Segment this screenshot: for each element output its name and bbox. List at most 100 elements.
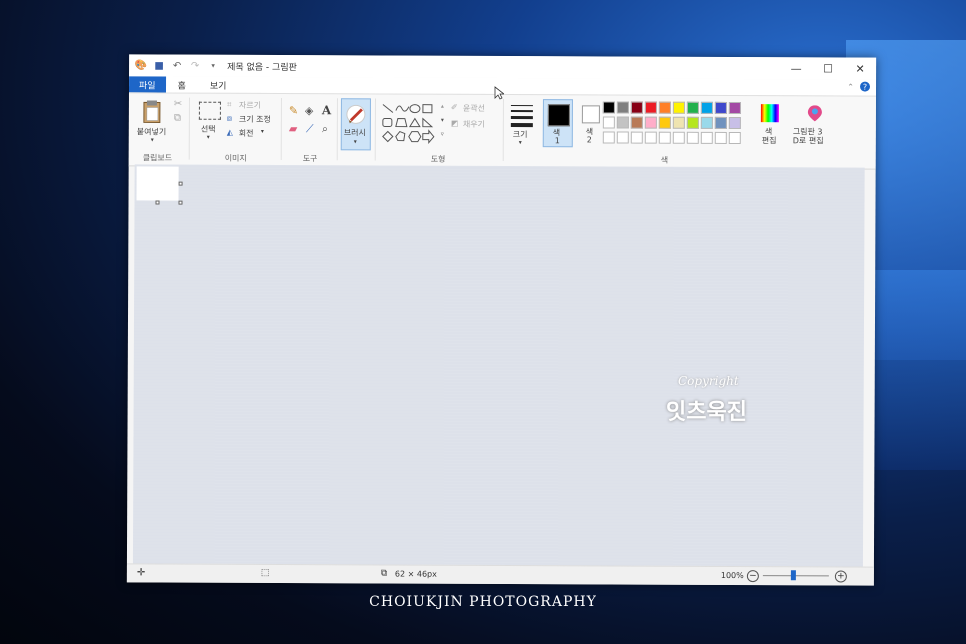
status-bar: ✛ ⬚ ⧉ 62 × 46px 100% − + bbox=[126, 563, 874, 586]
zoom-in-button[interactable]: + bbox=[834, 570, 847, 583]
color-swatch[interactable] bbox=[658, 101, 671, 114]
color-swatch[interactable] bbox=[714, 101, 727, 114]
undo-icon[interactable]: ↶ bbox=[171, 60, 183, 72]
title-bar: 🎨 ■ ↶ ↷ ▾ 제목 없음 - 그림판 — ☐ ✕ bbox=[129, 54, 877, 80]
fill-bucket-icon[interactable]: ◈ bbox=[305, 104, 314, 117]
save-icon[interactable]: ■ bbox=[153, 59, 165, 71]
color-swatch[interactable] bbox=[630, 101, 643, 114]
color-swatch[interactable] bbox=[616, 116, 629, 129]
ribbon-home: 붙여넣기 ▾ ✂ ⧉ 클립보드 선택 ▾ ⌗ 자르기 ⧈ 크기 조정 ◭ 회전 … bbox=[128, 92, 876, 170]
close-button[interactable]: ✕ bbox=[844, 57, 876, 79]
separator bbox=[280, 98, 282, 161]
redo-icon[interactable]: ↷ bbox=[189, 60, 201, 72]
color-swatch[interactable] bbox=[714, 116, 727, 129]
drawing-canvas[interactable] bbox=[136, 166, 179, 201]
color-swatch[interactable] bbox=[644, 101, 657, 114]
color1-number: 1 bbox=[554, 136, 560, 146]
color-swatch[interactable] bbox=[602, 131, 615, 144]
collapse-ribbon-icon[interactable]: ⌃ bbox=[847, 82, 854, 91]
color-swatch[interactable] bbox=[630, 131, 643, 144]
tab-home[interactable]: 홈 bbox=[166, 77, 198, 93]
brushes-button[interactable]: 브러시 ▾ bbox=[340, 98, 371, 151]
color-swatch[interactable] bbox=[672, 101, 685, 114]
color-swatch[interactable] bbox=[602, 101, 615, 114]
crop-label: 자르기 bbox=[238, 100, 262, 110]
color1-button[interactable]: 색 1 bbox=[542, 99, 573, 148]
selection-icon: ⬚ bbox=[260, 567, 270, 578]
color2-button[interactable]: 색 2 bbox=[577, 99, 605, 147]
rotate-label: 회전 bbox=[238, 128, 254, 138]
color-swatch[interactable] bbox=[672, 116, 685, 129]
color2-swatch bbox=[581, 105, 600, 124]
customize-toolbar-icon[interactable]: ▾ bbox=[207, 60, 219, 72]
color-picker-icon[interactable]: ⟋ bbox=[306, 122, 314, 136]
clipboard-icon bbox=[143, 100, 161, 124]
select-button[interactable]: 선택 ▾ bbox=[195, 100, 223, 146]
help-icon[interactable]: ? bbox=[860, 81, 871, 92]
copy-icon[interactable]: ⧉ bbox=[174, 113, 181, 124]
text-tool-icon[interactable]: A bbox=[322, 103, 331, 117]
outline-icon: ✐ bbox=[450, 102, 458, 112]
outline-label: 윤곽선 bbox=[462, 103, 486, 113]
paint3d-button[interactable]: 그림판 3 D로 편집 bbox=[793, 102, 837, 154]
crop-icon: ⌗ bbox=[226, 99, 232, 109]
color-swatch[interactable] bbox=[630, 116, 643, 129]
size-dropdown-icon: ▾ bbox=[518, 139, 522, 147]
edit-colors-button[interactable]: 색 편집 bbox=[759, 102, 783, 154]
color1-swatch bbox=[547, 104, 570, 127]
color-swatch[interactable] bbox=[728, 101, 741, 115]
color-swatch[interactable] bbox=[602, 116, 615, 129]
zoom-out-button[interactable]: − bbox=[746, 570, 759, 583]
color-swatch[interactable] bbox=[728, 131, 741, 145]
canvas-size-text: 62 × 46px bbox=[394, 569, 437, 579]
tab-view[interactable]: 보기 bbox=[198, 77, 239, 93]
color-swatch[interactable] bbox=[616, 131, 629, 144]
cut-icon[interactable]: ✂ bbox=[174, 99, 182, 110]
tab-file[interactable]: 파일 bbox=[128, 76, 166, 93]
color-swatch[interactable] bbox=[728, 116, 741, 130]
magnifier-icon[interactable]: ⌕ bbox=[322, 122, 328, 136]
color-swatch[interactable] bbox=[658, 116, 671, 129]
paint-app-icon[interactable]: 🎨 bbox=[135, 59, 148, 71]
canvas-size-icon: ⧉ bbox=[380, 568, 388, 579]
fill-icon: ◩ bbox=[450, 118, 459, 128]
zoom-slider-thumb[interactable] bbox=[790, 570, 796, 581]
color-swatch[interactable] bbox=[714, 131, 727, 144]
minimize-button[interactable]: — bbox=[780, 57, 812, 79]
color-swatch[interactable] bbox=[658, 131, 671, 144]
rotate-icon: ◭ bbox=[226, 127, 233, 137]
color-swatch[interactable] bbox=[644, 131, 657, 144]
resize-handle-corner[interactable] bbox=[178, 200, 183, 205]
color-swatch[interactable] bbox=[686, 131, 699, 144]
eraser-icon[interactable]: ▰ bbox=[289, 122, 298, 135]
color-swatch[interactable] bbox=[686, 101, 699, 114]
shapes-gallery[interactable] bbox=[381, 102, 439, 145]
color-swatch[interactable] bbox=[644, 116, 657, 129]
size-button[interactable]: 크기 ▾ bbox=[509, 101, 535, 151]
resize-handle-right[interactable] bbox=[178, 181, 183, 186]
resize-handle-bottom[interactable] bbox=[155, 200, 160, 205]
canvas-area[interactable] bbox=[132, 164, 865, 568]
mouse-cursor-icon bbox=[494, 86, 504, 100]
pencil-icon[interactable]: ✎ bbox=[289, 104, 298, 117]
color-swatch[interactable] bbox=[616, 101, 629, 114]
color-swatch[interactable] bbox=[686, 116, 699, 129]
select-dropdown-icon: ▾ bbox=[206, 133, 210, 141]
shapes-scroll-down-icon[interactable]: ▾ bbox=[441, 117, 444, 124]
size-lines-icon bbox=[510, 105, 533, 128]
edit-colors-label-2: 편집 bbox=[761, 136, 777, 146]
color-swatch[interactable] bbox=[700, 116, 713, 129]
watermark-name: 잇츠욱진 bbox=[666, 400, 747, 425]
maximize-button[interactable]: ☐ bbox=[812, 57, 844, 79]
cursor-position-icon: ✛ bbox=[136, 567, 146, 579]
tools-group-label: 도구 bbox=[302, 154, 318, 164]
color-swatch[interactable] bbox=[672, 131, 685, 144]
paste-button[interactable]: 붙여넣기 ▾ bbox=[135, 97, 169, 145]
clipboard-group-label: 클립보드 bbox=[142, 153, 173, 163]
color-swatch[interactable] bbox=[700, 101, 713, 114]
rotate-dropdown-icon: ▾ bbox=[260, 127, 264, 135]
shapes-more-icon[interactable]: ▿ bbox=[441, 131, 444, 138]
shapes-scroll-icon[interactable]: ▴ bbox=[441, 103, 444, 110]
color-swatch[interactable] bbox=[700, 131, 713, 144]
separator bbox=[502, 99, 504, 162]
